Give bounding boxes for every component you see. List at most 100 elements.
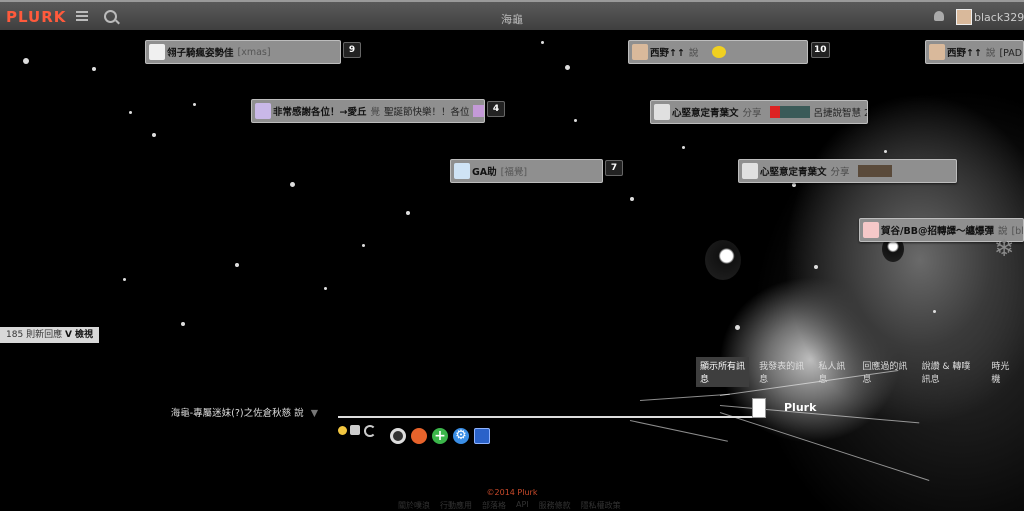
footer-link[interactable]: 部落格 bbox=[482, 500, 506, 511]
snow-dot bbox=[682, 146, 685, 149]
snow-dot bbox=[630, 197, 634, 201]
snow-dot bbox=[193, 103, 196, 106]
plurk-text: 呂捷說智慧 2 bbox=[813, 108, 868, 119]
chevron-down-icon: ▼ bbox=[310, 408, 318, 419]
plurk-author: 非常感謝各位！→愛丘 bbox=[273, 107, 367, 118]
snow-dot bbox=[406, 211, 410, 215]
username-link[interactable]: black329 bbox=[974, 11, 1024, 24]
pal-icon[interactable] bbox=[390, 428, 406, 444]
footer-link[interactable]: 行動應用 bbox=[440, 500, 472, 511]
composer-qualifier-select[interactable]: 海龜-專屬迷妹(?)之佐倉秋慈 說 ▼ bbox=[0, 405, 318, 419]
avatar bbox=[929, 44, 945, 60]
bell-icon[interactable] bbox=[934, 11, 944, 21]
footer-link[interactable]: 關於噗浪 bbox=[398, 500, 430, 511]
snow-dot bbox=[933, 310, 936, 313]
snow-dot bbox=[814, 265, 818, 269]
emoticon-icon[interactable] bbox=[338, 426, 347, 435]
tab-liked-replurked[interactable]: 說讚 & 轉噗訊息 bbox=[918, 357, 982, 387]
unread-count: 185 bbox=[6, 330, 24, 340]
response-count-badge: 7 bbox=[605, 160, 623, 176]
plurk-author: GA助 bbox=[472, 167, 497, 178]
plurk-card[interactable]: 心堅意定青葉文 分享 呂捷說智慧 2 bbox=[650, 100, 868, 124]
tab-private[interactable]: 私人訊息 bbox=[814, 357, 852, 387]
avatar bbox=[255, 103, 271, 119]
snow-dot bbox=[884, 150, 887, 153]
tab-responded[interactable]: 回應過的訊息 bbox=[858, 357, 911, 387]
media-icon[interactable] bbox=[350, 425, 360, 435]
plurk-submit-button[interactable]: Plurk bbox=[784, 401, 816, 414]
plurk-author: 心堅意定青葉文 bbox=[760, 167, 827, 178]
add-icon[interactable]: + bbox=[432, 428, 448, 444]
avatar bbox=[863, 222, 879, 238]
sticker-image bbox=[472, 105, 484, 117]
snow-dot bbox=[574, 119, 577, 122]
plurk-text: [福覺] bbox=[500, 167, 528, 178]
snow-dot bbox=[92, 67, 96, 71]
plurk-card[interactable]: GA助 [福覺] bbox=[450, 159, 603, 183]
plurk-qualifier: 說 bbox=[985, 48, 996, 59]
emoticon-icon bbox=[712, 46, 727, 58]
response-count-badge: 9 bbox=[343, 42, 361, 58]
response-count-badge: 4 bbox=[487, 101, 505, 117]
plurk-author: 心堅意定青葉文 bbox=[672, 108, 739, 119]
snow-dot bbox=[735, 325, 740, 330]
view-action: V 檢視 bbox=[64, 330, 94, 340]
snow-dot bbox=[23, 58, 29, 64]
avatar bbox=[149, 44, 165, 60]
video-thumbnail bbox=[769, 106, 810, 118]
plurk-text: 聖誕節快樂！！各位 bbox=[383, 107, 470, 118]
footer-link[interactable]: 服務條款 bbox=[539, 500, 571, 511]
plurk-text: [xmas] bbox=[237, 46, 271, 58]
plurk-author: 翎子騎瘋姿勢佳 bbox=[167, 48, 234, 59]
snow-dot bbox=[324, 287, 327, 290]
plurk-author: 西野↑↑ bbox=[947, 48, 982, 59]
grid-icon[interactable] bbox=[474, 428, 490, 444]
plurk-author: 西野↑↑ bbox=[650, 48, 685, 59]
background-cat-eye bbox=[705, 240, 741, 280]
tab-all[interactable]: 顯示所有訊息 bbox=[696, 357, 750, 387]
plurk-card[interactable]: 西野↑↑ 說 [PAD]蕭 bbox=[925, 40, 1024, 64]
plurk-card[interactable]: 翎子騎瘋姿勢佳 [xmas] bbox=[145, 40, 341, 64]
qualifier-word: 說 bbox=[294, 408, 304, 419]
avatar bbox=[654, 104, 670, 120]
avatar bbox=[632, 44, 648, 60]
plurk-card[interactable]: 心堅意定青葉文 分享 bbox=[738, 159, 957, 183]
plurk-qualifier: 覺 bbox=[370, 107, 380, 118]
plurk-input[interactable] bbox=[752, 398, 766, 418]
reload-icon[interactable] bbox=[364, 425, 376, 437]
page-title: 海龜 bbox=[501, 13, 523, 26]
microphone-icon[interactable] bbox=[411, 428, 427, 444]
plurk-qualifier: 分享 bbox=[742, 108, 762, 119]
gear-icon[interactable]: ⚙ bbox=[453, 428, 469, 444]
unread-label: 則新回應 bbox=[26, 330, 63, 340]
plurk-card[interactable]: 非常感謝各位！→愛丘 覺 聖誕節快樂！！各位 bbox=[251, 99, 485, 123]
snow-dot bbox=[152, 133, 156, 137]
plurk-text: [PAD]蕭 bbox=[999, 48, 1023, 59]
snow-dot bbox=[129, 111, 132, 114]
response-count-badge: 10 bbox=[811, 42, 830, 58]
tab-timemachine[interactable]: 時光機 bbox=[987, 357, 1018, 387]
composer-underline bbox=[338, 416, 764, 418]
snow-dot bbox=[565, 65, 570, 70]
snow-dot bbox=[181, 322, 185, 326]
snow-dot bbox=[235, 263, 239, 267]
top-bar: PLURK 海龜 black329 bbox=[0, 0, 1024, 30]
snow-dot bbox=[362, 244, 365, 247]
tab-mine[interactable]: 我發表的訊息 bbox=[755, 357, 808, 387]
snow-dot bbox=[541, 41, 544, 44]
composer-identity: 海龜-專屬迷妹(?)之佐倉秋慈 bbox=[170, 408, 292, 419]
footer-links: 關於噗浪 行動應用 部落格 API 服務條款 隱私權政策 bbox=[398, 500, 621, 511]
timeline-filter-tabs: 顯示所有訊息 我發表的訊息 私人訊息 回應過的訊息 說讚 & 轉噗訊息 時光機 bbox=[696, 357, 1024, 387]
plurk-qualifier: 分享 bbox=[830, 167, 850, 178]
plurk-author: 賀谷/BB@招轉譯～纏爆彈 bbox=[881, 226, 994, 237]
snow-dot bbox=[290, 182, 295, 187]
plurk-qualifier: 說 bbox=[688, 48, 699, 59]
footer-link[interactable]: 隱私權政策 bbox=[581, 500, 621, 511]
avatar bbox=[742, 163, 758, 179]
snow-dot bbox=[123, 278, 126, 281]
unread-responses-button[interactable]: 185 則新回應 V 檢視 bbox=[0, 327, 100, 343]
user-avatar[interactable] bbox=[956, 9, 972, 25]
plurk-card[interactable]: 西野↑↑ 說 bbox=[628, 40, 808, 64]
footer-link[interactable]: API bbox=[516, 500, 529, 511]
snow-dot bbox=[792, 183, 796, 187]
